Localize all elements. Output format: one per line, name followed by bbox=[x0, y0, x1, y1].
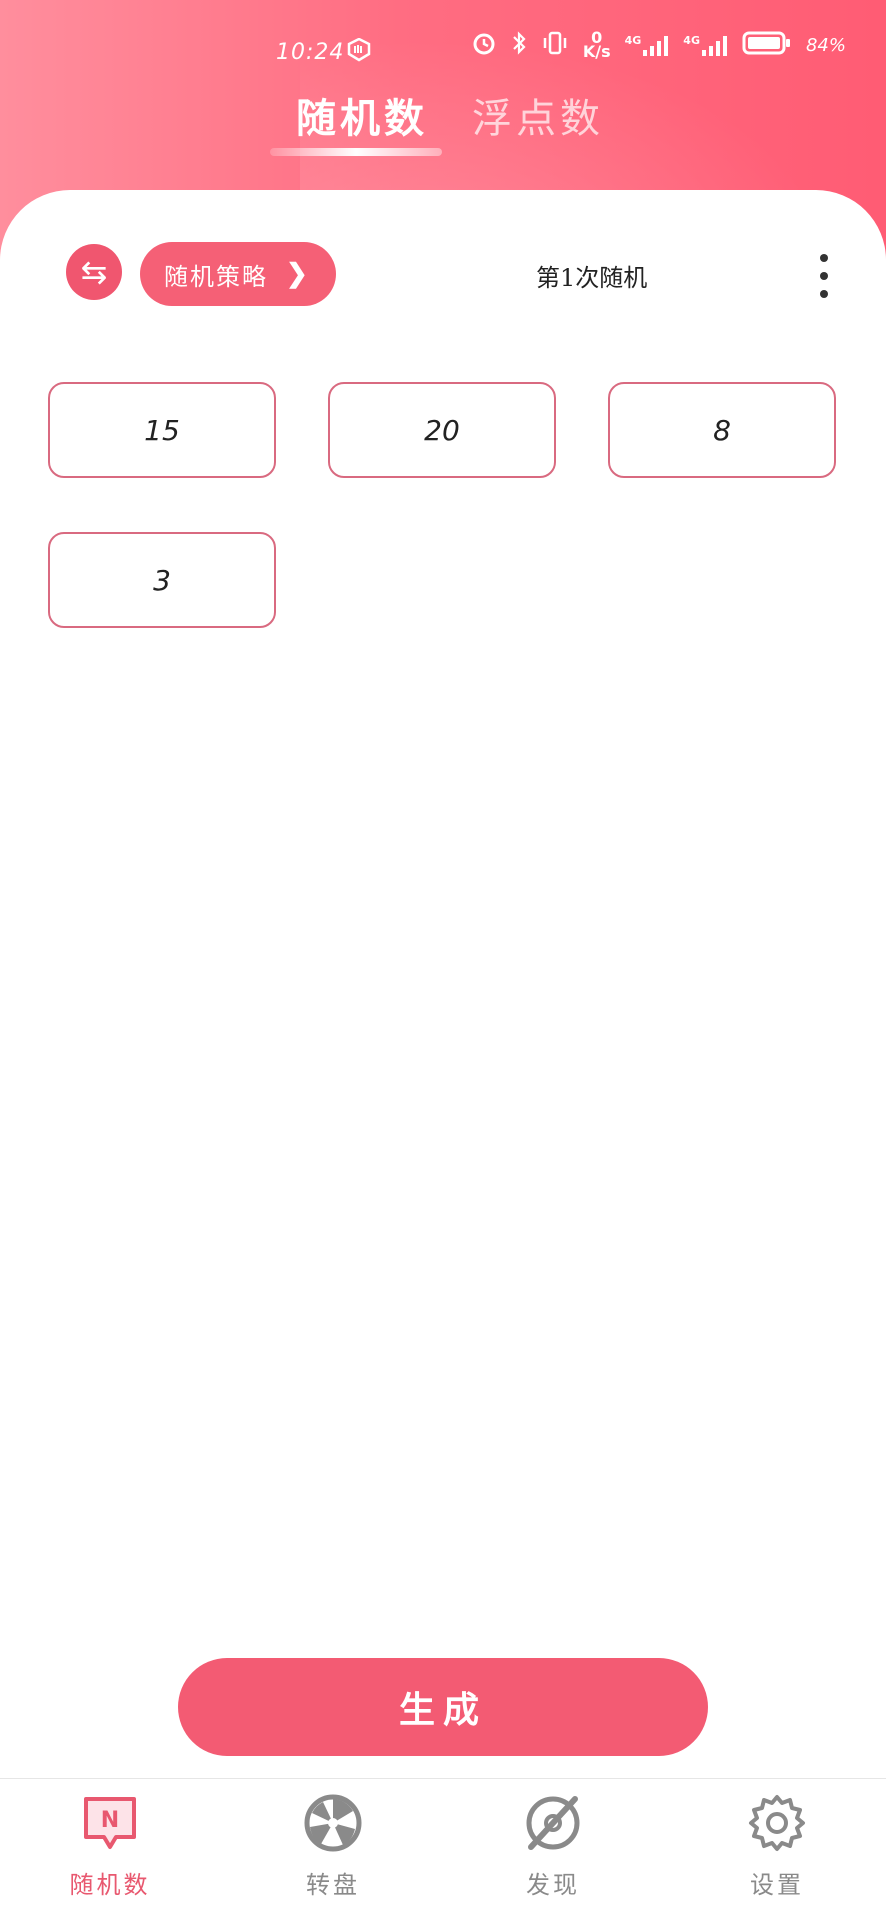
number-box[interactable]: 3 bbox=[48, 532, 276, 628]
chevron-right-icon: ❯ bbox=[286, 259, 310, 289]
status-time: 10:24 bbox=[276, 40, 345, 65]
compass-icon bbox=[521, 1791, 585, 1855]
more-menu-icon[interactable] bbox=[814, 254, 834, 298]
bottom-navigation: N 随机数 转盘 发现 设置 bbox=[0, 1778, 886, 1921]
nav-label: 转盘 bbox=[306, 1871, 360, 1899]
net-speed-unit: K/s bbox=[582, 42, 611, 61]
nav-item-random-number[interactable]: N 随机数 bbox=[30, 1779, 190, 1921]
nav-item-wheel[interactable]: 转盘 bbox=[253, 1779, 413, 1921]
signal-1-label: 4G bbox=[624, 34, 642, 47]
signal-bars-icon bbox=[643, 36, 669, 56]
bluetooth-icon bbox=[511, 30, 527, 60]
number-box[interactable]: 20 bbox=[328, 382, 556, 478]
number-badge-icon: N bbox=[78, 1791, 142, 1855]
signal-1: 4G bbox=[625, 34, 670, 56]
tab-random-number[interactable]: 随机数 bbox=[296, 86, 428, 144]
swap-icon: ⇆ bbox=[80, 253, 108, 291]
net-speed: 0 K/s bbox=[582, 30, 611, 61]
nav-label: 设置 bbox=[750, 1871, 804, 1899]
signal-bars-icon bbox=[701, 36, 727, 56]
swap-button[interactable]: ⇆ bbox=[66, 244, 122, 300]
nav-label: 随机数 bbox=[69, 1871, 151, 1899]
strategy-label: 随机策略 bbox=[164, 262, 268, 291]
gear-icon bbox=[745, 1791, 809, 1855]
number-box[interactable]: 8 bbox=[608, 382, 836, 478]
signal-2-label: 4G bbox=[683, 34, 700, 47]
tab-float-number[interactable]: 浮点数 bbox=[472, 86, 604, 144]
battery-level: 84% bbox=[805, 34, 846, 56]
wheel-icon bbox=[301, 1791, 365, 1855]
status-icons: 0 K/s 4G 4G 84% bbox=[471, 30, 846, 60]
number-box[interactable]: 15 bbox=[48, 382, 276, 478]
random-count-label: 第1次随机 bbox=[536, 264, 648, 292]
top-tabs: 随机数 浮点数 bbox=[0, 86, 886, 166]
strategy-button[interactable]: 随机策略 ❯ bbox=[140, 242, 336, 306]
battery-icon bbox=[742, 30, 792, 60]
generate-button[interactable]: 生成 bbox=[178, 1658, 708, 1756]
alarm-icon bbox=[471, 30, 497, 60]
active-tab-indicator bbox=[270, 148, 442, 156]
hand-icon bbox=[346, 37, 372, 62]
nav-item-settings[interactable]: 设置 bbox=[697, 1779, 857, 1921]
nav-label: 发现 bbox=[526, 1871, 580, 1899]
signal-2: 4G bbox=[683, 34, 728, 56]
nav-item-discover[interactable]: 发现 bbox=[473, 1779, 633, 1921]
vibrate-icon bbox=[541, 30, 569, 60]
nav-badge-letter: N bbox=[101, 1808, 119, 1833]
